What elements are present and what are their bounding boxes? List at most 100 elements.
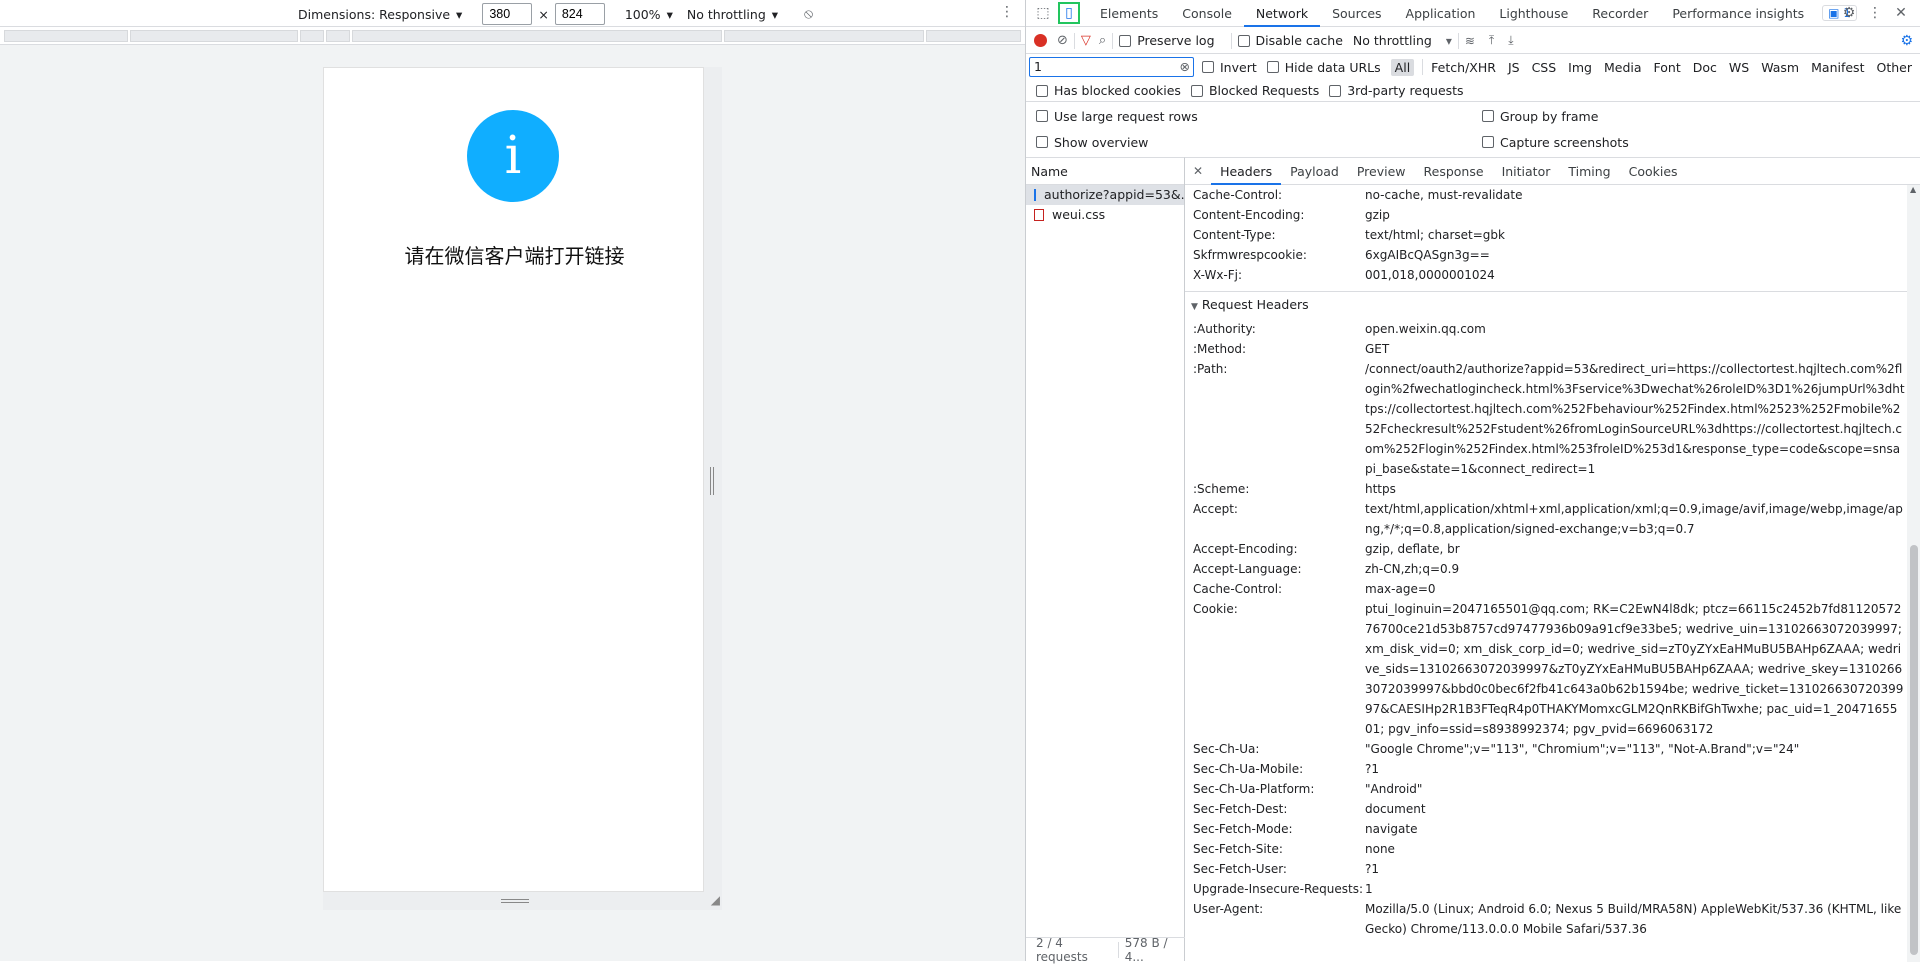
header-row: Content-Encoding: gzip [1185, 205, 1907, 225]
type-img[interactable]: Img [1564, 59, 1596, 76]
request-name: weui.css [1052, 207, 1106, 222]
blocked-requests-checkbox[interactable] [1190, 84, 1203, 97]
media-query-bar[interactable] [0, 27, 1025, 45]
tab-lighthouse[interactable]: Lighthouse [1487, 0, 1580, 27]
detail-scrollbar[interactable]: ▲ [1907, 185, 1920, 962]
media-query-segment[interactable] [352, 30, 722, 42]
resize-handle-bottom[interactable]: ◢ [323, 892, 722, 910]
has-blocked-cookies-checkbox[interactable] [1036, 84, 1048, 97]
type-media[interactable]: Media [1600, 59, 1646, 76]
type-manifest[interactable]: Manifest [1807, 59, 1868, 76]
media-query-segment[interactable] [926, 30, 1021, 42]
capture-screenshots-checkbox[interactable] [1482, 136, 1494, 148]
group-by-frame-checkbox[interactable] [1482, 110, 1494, 122]
filter-icon[interactable]: ▽ [1081, 33, 1091, 48]
upload-icon[interactable]: ⤒ [1489, 33, 1494, 48]
network-throttling-dropdown[interactable]: No throttling [1353, 33, 1432, 48]
header-name: Cache-Control: [1193, 582, 1283, 596]
clear-icon[interactable]: ⊘ [1057, 33, 1068, 48]
media-query-segment[interactable] [4, 30, 128, 42]
close-icon[interactable]: ✕ [1890, 2, 1912, 24]
more-options-icon[interactable]: ⋮ [1000, 4, 1014, 20]
media-query-segment[interactable] [326, 30, 350, 42]
third-party-checkbox[interactable] [1329, 84, 1342, 97]
tab-console[interactable]: Console [1170, 0, 1244, 27]
close-detail-icon[interactable]: ✕ [1185, 164, 1211, 178]
tab-response[interactable]: Response [1415, 158, 1493, 185]
header-name: X-Wx-Fj: [1193, 268, 1243, 282]
header-value: https [1365, 482, 1396, 496]
third-party-label: 3rd-party requests [1347, 83, 1464, 98]
network-conditions-icon[interactable]: ≋ [1465, 34, 1475, 48]
large-rows-checkbox[interactable] [1036, 110, 1048, 122]
media-query-segment[interactable] [724, 30, 924, 42]
tab-timing[interactable]: Timing [1559, 158, 1619, 185]
type-fetch-xhr[interactable]: Fetch/XHR [1427, 59, 1500, 76]
preserve-log-checkbox[interactable] [1119, 34, 1132, 47]
header-value: text/html; charset=gbk [1365, 228, 1505, 242]
chevron-down-icon: ▾ [771, 6, 779, 22]
tab-application[interactable]: Application [1394, 0, 1488, 27]
filter-bar: 1 ⊗ Invert Hide data URLs All Fetch/XHR … [1026, 55, 1920, 79]
rotate-icon[interactable]: ⦸ [804, 6, 813, 22]
network-settings-icon[interactable]: ⚙ [1900, 33, 1913, 49]
clear-filter-icon[interactable]: ⊗ [1180, 59, 1190, 74]
disable-cache-checkbox[interactable] [1237, 34, 1250, 47]
type-doc[interactable]: Doc [1689, 59, 1721, 76]
tab-elements[interactable]: Elements [1088, 0, 1170, 27]
type-all[interactable]: All [1390, 58, 1415, 76]
more-menu-icon[interactable]: ⋮ [1864, 2, 1886, 24]
zoom-dropdown[interactable]: 100% [625, 7, 661, 22]
request-list: Name authorize?appid=53&... weui.css 2 /… [1026, 157, 1185, 964]
request-item[interactable]: authorize?appid=53&... [1026, 185, 1184, 205]
header-name: Upgrade-Insecure-Requests: [1193, 882, 1364, 896]
search-icon[interactable]: ⌕ [1099, 33, 1106, 48]
tab-headers[interactable]: Headers [1211, 158, 1282, 185]
header-value: Mozilla/5.0 (Linux; Android 6.0; Nexus 5… [1365, 902, 1902, 936]
request-headers-section-toggle[interactable]: ▼ Request Headers [1185, 291, 1907, 317]
scroll-up-icon[interactable]: ▲ [1910, 185, 1916, 194]
record-icon[interactable] [1034, 34, 1047, 47]
header-value: 6xgAIBcQASgn3g== [1365, 248, 1490, 262]
height-input[interactable] [554, 3, 605, 25]
header-row: Cookie: ptui_loginuin=2047165501@qq.com; … [1185, 599, 1907, 739]
stylesheet-icon [1034, 209, 1044, 221]
header-row: Cache-Control: no-cache, must-revalidate [1185, 185, 1907, 205]
type-css[interactable]: CSS [1528, 59, 1561, 76]
header-name: :Method: [1193, 342, 1247, 356]
tab-payload[interactable]: Payload [1281, 158, 1348, 185]
tab-preview[interactable]: Preview [1348, 158, 1415, 185]
tab-recorder[interactable]: Recorder [1580, 0, 1660, 27]
header-name: Sec-Fetch-User: [1193, 862, 1287, 876]
tab-cookies[interactable]: Cookies [1620, 158, 1687, 185]
type-font[interactable]: Font [1650, 59, 1685, 76]
hide-data-urls-checkbox[interactable] [1266, 61, 1279, 73]
media-query-segment[interactable] [130, 30, 298, 42]
type-js[interactable]: JS [1504, 59, 1524, 76]
tab-sources[interactable]: Sources [1320, 0, 1393, 27]
type-other[interactable]: Other [1872, 59, 1916, 76]
width-input[interactable] [482, 3, 533, 25]
media-query-segment[interactable] [300, 30, 324, 42]
download-icon[interactable]: ⤓ [1508, 33, 1513, 48]
inspect-element-icon[interactable]: ⬚ [1032, 2, 1054, 24]
type-wasm[interactable]: Wasm [1757, 59, 1803, 76]
name-column-header[interactable]: Name [1026, 158, 1184, 185]
settings-gear-icon[interactable]: ⚙ [1838, 2, 1860, 24]
show-overview-checkbox[interactable] [1036, 136, 1048, 148]
filter-input[interactable]: 1 ⊗ [1029, 57, 1194, 77]
type-ws[interactable]: WS [1725, 59, 1753, 76]
resize-handle-right[interactable] [704, 67, 722, 892]
tab-initiator[interactable]: Initiator [1493, 158, 1560, 185]
scrollbar-thumb[interactable] [1910, 545, 1918, 955]
resize-corner-icon[interactable]: ◢ [711, 893, 720, 907]
request-item[interactable]: weui.css [1026, 205, 1184, 225]
tab-performance-insights[interactable]: Performance insights [1660, 0, 1816, 27]
header-row: Sec-Fetch-User: ?1 [1185, 859, 1907, 879]
device-throttling-dropdown[interactable]: No throttling [687, 7, 766, 22]
preserve-log-label: Preserve log [1137, 33, 1215, 48]
device-toggle-icon[interactable]: ▯ [1058, 2, 1080, 24]
tab-network[interactable]: Network [1243, 0, 1321, 27]
invert-checkbox[interactable] [1202, 61, 1214, 73]
dimensions-dropdown[interactable]: Dimensions: Responsive [298, 7, 450, 22]
